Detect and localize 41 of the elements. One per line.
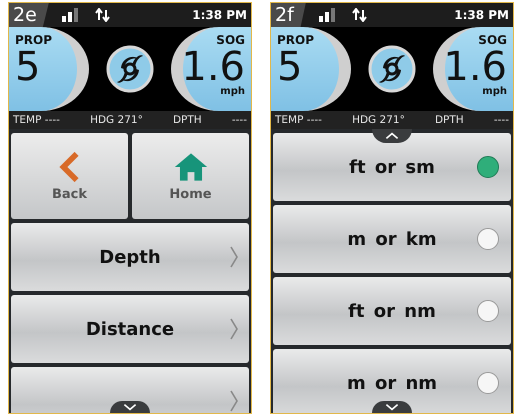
screen-badge: 2e — [9, 3, 49, 27]
menu-row[interactable]: Distance — [11, 295, 249, 363]
gauge-label: SOG — [216, 33, 245, 47]
info-reading: TEMP ---- — [275, 114, 322, 126]
home-icon — [174, 150, 208, 182]
up-down-arrows-icon — [352, 8, 368, 22]
info-reading: ---- — [232, 114, 247, 126]
gauge-label: SOG — [478, 33, 507, 47]
chevron-right-icon — [229, 389, 239, 413]
chevron-down-icon — [384, 403, 400, 411]
back-button[interactable]: Back — [11, 133, 128, 219]
gauge-value: 1.6 — [443, 47, 507, 87]
gauge-unit: mph — [220, 87, 245, 97]
chevron-right-icon — [229, 245, 239, 269]
gauge-unit: mph — [482, 87, 507, 97]
chevron-up-icon — [384, 132, 400, 140]
screen-badge: 2f — [271, 3, 306, 27]
info-reading: TEMP ---- — [13, 114, 60, 126]
propeller-icon — [367, 44, 417, 94]
gauge-value: 5 — [277, 47, 302, 87]
clock-time: 1:38 PM — [454, 8, 509, 22]
chevron-down-icon — [122, 403, 138, 411]
info-reading: ---- — [494, 114, 509, 126]
info-reading: DPTH — [434, 114, 464, 126]
menu-row[interactable]: m or km — [273, 205, 511, 273]
clock-time: 1:38 PM — [192, 8, 247, 22]
propeller-icon — [105, 44, 155, 94]
chevron-right-icon — [229, 317, 239, 341]
gauge-value: 1.6 — [181, 47, 245, 87]
gauge-label: PROP — [277, 33, 314, 47]
info-reading: HDG 271° — [90, 114, 143, 126]
gauge-label: PROP — [15, 33, 52, 47]
menu-row[interactable]: m or nm — [273, 349, 511, 413]
home-button[interactable]: Home — [132, 133, 249, 219]
menu-row[interactable]: Depth — [11, 223, 249, 291]
info-reading: DPTH — [172, 114, 202, 126]
menu-row[interactable]: ft or nm — [273, 277, 511, 345]
gauge-value: 5 — [15, 47, 40, 87]
info-reading: HDG 271° — [352, 114, 405, 126]
up-down-arrows-icon — [94, 8, 111, 22]
menu-row[interactable]: ft or sm — [273, 133, 511, 201]
